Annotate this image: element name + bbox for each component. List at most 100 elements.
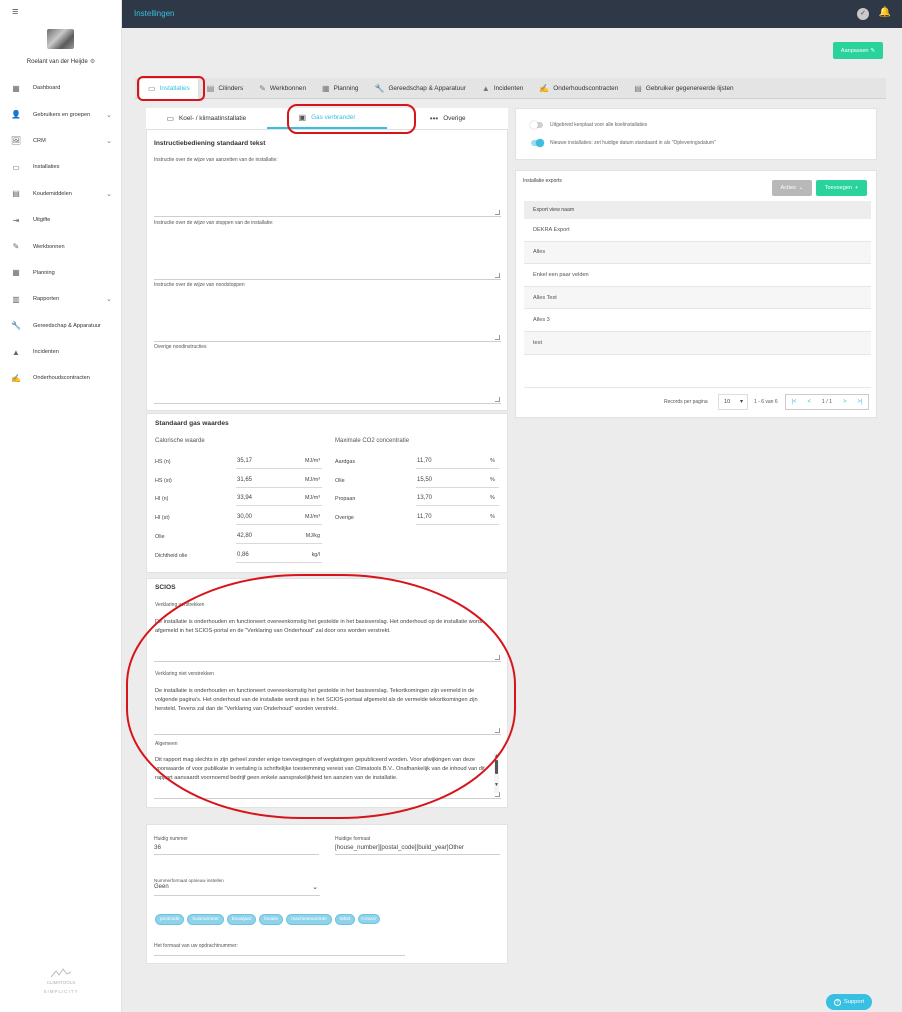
chip-locatie[interactable]: locatie <box>259 914 284 925</box>
huidig-formaat-value[interactable]: [house_number][postal_code][build_year]O… <box>335 844 500 855</box>
subtab-koel[interactable]: ▭ Koel- / klimaatinstallatie <box>146 108 267 129</box>
sidebar-item-gereedschap[interactable]: 🔧 Gereedschap & Apparatuur <box>0 313 122 339</box>
gas-row-label: HI (st) <box>155 515 170 522</box>
co2-row-unit: % <box>490 495 495 502</box>
reset-format-select[interactable]: Geen ⌄ <box>154 884 320 896</box>
table-row[interactable]: test <box>524 332 871 355</box>
scroll-thumb[interactable] <box>495 760 498 774</box>
co2-row-underline <box>416 524 499 526</box>
huidig-nummer-value[interactable]: 36 <box>154 844 319 855</box>
sidebar-item-werkbonnen[interactable]: ✎ Werkbonnen <box>0 233 122 259</box>
sidebar-item-dashboard[interactable]: ▦ Dashboard <box>0 75 122 101</box>
chip-machinenummer[interactable]: machinenummer <box>286 914 332 925</box>
first-page-icon[interactable]: |< <box>791 399 796 405</box>
gear-icon[interactable]: ⚙ <box>90 59 95 65</box>
sidebar-item-koudemiddelen[interactable]: ▤ Koudemiddelen ⌄ <box>0 181 122 207</box>
sidebar-item-uitgifte[interactable]: ⇥ Uitgifte <box>0 207 122 233</box>
gas-row-unit: MJ/m³ <box>305 476 320 483</box>
acties-button[interactable]: Acties ⌄ <box>772 180 812 196</box>
sidebar-item-label: Gereedschap & Apparatuur <box>33 322 101 329</box>
table-row[interactable]: Alles 3 <box>524 309 871 332</box>
sidebar-item-installaties[interactable]: ▭ Installaties <box>0 154 122 180</box>
opdracht-format-input[interactable] <box>154 952 405 956</box>
per-page-select[interactable]: 10 ▾ <box>718 394 748 410</box>
chip-bouwjaar[interactable]: bouwjaar <box>226 914 257 925</box>
menu-icon[interactable]: ≡ <box>12 6 18 18</box>
co2-row-unit: % <box>490 476 495 483</box>
gas-row-value[interactable]: 42,80 <box>237 533 252 539</box>
chip-tekst[interactable]: tekst <box>334 914 356 925</box>
instruction-stop-textarea[interactable] <box>154 227 501 280</box>
toevoegen-button[interactable]: Toevoegen + <box>816 180 867 196</box>
aanpassen-button[interactable]: Aanpassen ✎ <box>833 42 883 59</box>
huidig-nummer-label: Huidig nummer <box>154 836 188 842</box>
instruction-other-textarea[interactable] <box>154 351 501 404</box>
chip-format[interactable]: FORMAT <box>358 914 380 924</box>
workorder-icon: ✎ <box>259 83 266 93</box>
sidebar-item-gebruikers[interactable]: 👤 Gebruikers en groepen ⌄ <box>0 101 122 127</box>
gas-row-value[interactable]: 31,65 <box>237 477 252 483</box>
sidebar-item-planning[interactable]: ▦ Planning <box>0 260 122 286</box>
table-row[interactable]: Enkel een paar velden <box>524 264 871 287</box>
support-button[interactable]: ? Support <box>826 994 872 1010</box>
scroll-down-icon[interactable]: ▼ <box>494 782 499 788</box>
bell-icon[interactable]: 🔔 <box>879 7 891 18</box>
top-bar: Instellingen ✓ 🔔 <box>122 0 902 28</box>
gas-row-value[interactable]: 33,94 <box>237 495 252 501</box>
check-icon[interactable]: ✓ <box>857 8 869 20</box>
tab-label: Planning <box>333 84 359 92</box>
gas-row-underline <box>236 524 322 526</box>
installation-icon: ▭ <box>12 162 20 172</box>
sidebar-item-onderhoudscontracten[interactable]: ✍ Onderhoudscontracten <box>0 365 122 391</box>
co2-row-underline <box>416 486 499 488</box>
tab-label: Incidenten <box>493 84 524 92</box>
instruction-start-textarea[interactable] <box>154 164 501 217</box>
co2-row-value[interactable]: 11,70 <box>417 514 432 520</box>
warning-icon: ▲ <box>12 347 20 357</box>
opleveringsdatum-toggle[interactable] <box>531 139 544 147</box>
tab-werkbonnen[interactable]: ✎ Werkbonnen <box>251 78 314 99</box>
instruction-emergency-textarea[interactable] <box>154 289 501 342</box>
avatar[interactable] <box>47 29 74 49</box>
prev-page-icon[interactable]: < <box>807 399 811 405</box>
sidebar-item-label: CRM <box>33 137 46 144</box>
sidebar-item-incidenten[interactable]: ▲ Incidenten <box>0 339 122 365</box>
co2-row-value[interactable]: 11,70 <box>417 458 432 464</box>
table-row[interactable]: Alles <box>524 241 871 265</box>
chip-huisnummer[interactable]: huisnummer <box>187 914 224 925</box>
table-row[interactable]: Alles Test <box>524 286 871 310</box>
next-page-icon[interactable]: > <box>843 399 847 405</box>
chip-postcode[interactable]: postcode <box>155 914 185 925</box>
opdracht-format-label: Het formaat van uw opdrachtnummer: <box>154 943 238 949</box>
tab-incidenten[interactable]: ▲ Incidenten <box>474 78 531 99</box>
kenplaat-toggle[interactable] <box>530 121 543 129</box>
tab-planning[interactable]: ▦ Planning <box>314 78 366 99</box>
sidebar-item-label: Koudemiddelen <box>33 190 72 197</box>
sidebar-item-label: Dashboard <box>33 85 61 92</box>
tab-gebruiker-lijsten[interactable]: ▤ Gebruiker gegenereerde lijsten <box>626 78 741 99</box>
logo-mark-icon <box>50 968 72 978</box>
table-row[interactable]: DEKRA Export <box>524 219 871 242</box>
tab-onderhoudscontracten[interactable]: ✍ Onderhoudscontracten <box>531 78 626 99</box>
last-page-icon[interactable]: >| <box>857 399 862 405</box>
gas-row-value[interactable]: 0,86 <box>237 552 249 558</box>
scios-title: SCIOS <box>155 584 176 591</box>
climatools-logo: CLIMATOOLS SIMPLICITY <box>36 968 86 994</box>
exports-table-header[interactable]: Export view naam <box>524 201 871 219</box>
tab-cilinders[interactable]: ▤ Cilinders <box>199 78 251 99</box>
wrench-icon: 🔧 <box>11 321 21 331</box>
user-name[interactable]: Roelant van der Heijde ⚙ <box>0 58 122 65</box>
co2-row-value[interactable]: 15,50 <box>417 477 432 483</box>
gas-row-label: Olie <box>155 533 165 540</box>
gas-row-value[interactable]: 35,17 <box>237 458 252 464</box>
installation-settings-card <box>515 108 877 160</box>
sidebar-item-rapporten[interactable]: ▥ Rapporten ⌄ <box>0 286 122 312</box>
tab-gereedschap[interactable]: 🔧 Gereedschap & Apparatuur <box>366 78 473 99</box>
gas-row-value[interactable]: 30,00 <box>237 514 252 520</box>
co2-row-value[interactable]: 13,70 <box>417 495 432 501</box>
co2-row-underline <box>416 505 499 507</box>
acties-label: Acties <box>780 185 796 191</box>
gas-row-label: HS (st) <box>155 477 172 484</box>
export-name: Alles <box>533 249 546 256</box>
sidebar-item-crm[interactable]: 🖼 CRM ⌄ <box>0 128 122 154</box>
